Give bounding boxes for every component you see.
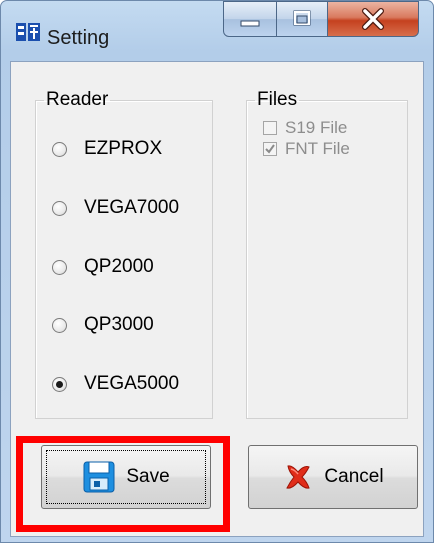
minimize-icon bbox=[240, 20, 260, 27]
radio-button-circle-selected[interactable] bbox=[52, 376, 67, 392]
radio-qp3000[interactable]: QP3000 bbox=[52, 313, 154, 337]
radio-vega7000[interactable]: VEGA7000 bbox=[52, 196, 179, 220]
radio-label: VEGA7000 bbox=[84, 197, 180, 218]
checkbox-label: FNT File bbox=[285, 139, 350, 158]
radio-label: QP3000 bbox=[84, 314, 154, 335]
checkbox-box[interactable] bbox=[263, 121, 277, 135]
radio-ezprox[interactable]: EZPROX bbox=[52, 137, 162, 161]
cancel-button[interactable]: Cancel bbox=[248, 445, 418, 509]
radio-selected-dot bbox=[56, 380, 63, 388]
radio-button-circle[interactable] bbox=[52, 141, 67, 157]
radio-label: QP2000 bbox=[84, 256, 154, 277]
maximize-icon bbox=[293, 10, 311, 26]
checkbox-s19-file[interactable]: S19 File bbox=[263, 118, 347, 138]
radio-qp2000[interactable]: QP2000 bbox=[52, 255, 154, 279]
checkmark-icon bbox=[265, 144, 275, 154]
radio-button-circle[interactable] bbox=[52, 317, 67, 333]
radio-label: VEGA5000 bbox=[84, 373, 180, 394]
files-group-legend: Files bbox=[257, 89, 298, 110]
title-bar[interactable]: Setting bbox=[1, 1, 433, 59]
radio-button-circle[interactable] bbox=[52, 259, 67, 275]
window-title: Setting bbox=[47, 27, 110, 49]
setting-window: Setting Reader EZPROX VEGA7000 QP2000 QP… bbox=[0, 0, 434, 543]
radio-label: EZPROX bbox=[84, 138, 163, 159]
cancel-button-label: Cancel bbox=[324, 466, 384, 487]
files-group: Files S19 File FNT File bbox=[246, 89, 408, 419]
checkbox-box-checked[interactable] bbox=[263, 142, 277, 156]
red-x-icon bbox=[286, 465, 311, 489]
close-button[interactable] bbox=[327, 1, 419, 37]
reader-group-legend: Reader bbox=[46, 89, 109, 110]
save-button-label: Save bbox=[126, 466, 170, 487]
checkbox-label: S19 File bbox=[285, 118, 348, 137]
app-logo-icon bbox=[16, 23, 40, 41]
save-button[interactable]: Save bbox=[41, 445, 211, 509]
close-icon bbox=[362, 8, 384, 30]
checkbox-fnt-file[interactable]: FNT File bbox=[263, 139, 350, 159]
radio-button-circle[interactable] bbox=[52, 200, 67, 216]
floppy-disk-icon bbox=[83, 461, 115, 493]
dialog-client-area: Reader EZPROX VEGA7000 QP2000 QP3000 VEG… bbox=[10, 61, 424, 537]
reader-group: Reader EZPROX VEGA7000 QP2000 QP3000 VEG… bbox=[35, 89, 213, 419]
maximize-button[interactable] bbox=[276, 1, 328, 37]
minimize-button[interactable] bbox=[223, 1, 277, 37]
radio-vega5000[interactable]: VEGA5000 bbox=[52, 372, 179, 396]
